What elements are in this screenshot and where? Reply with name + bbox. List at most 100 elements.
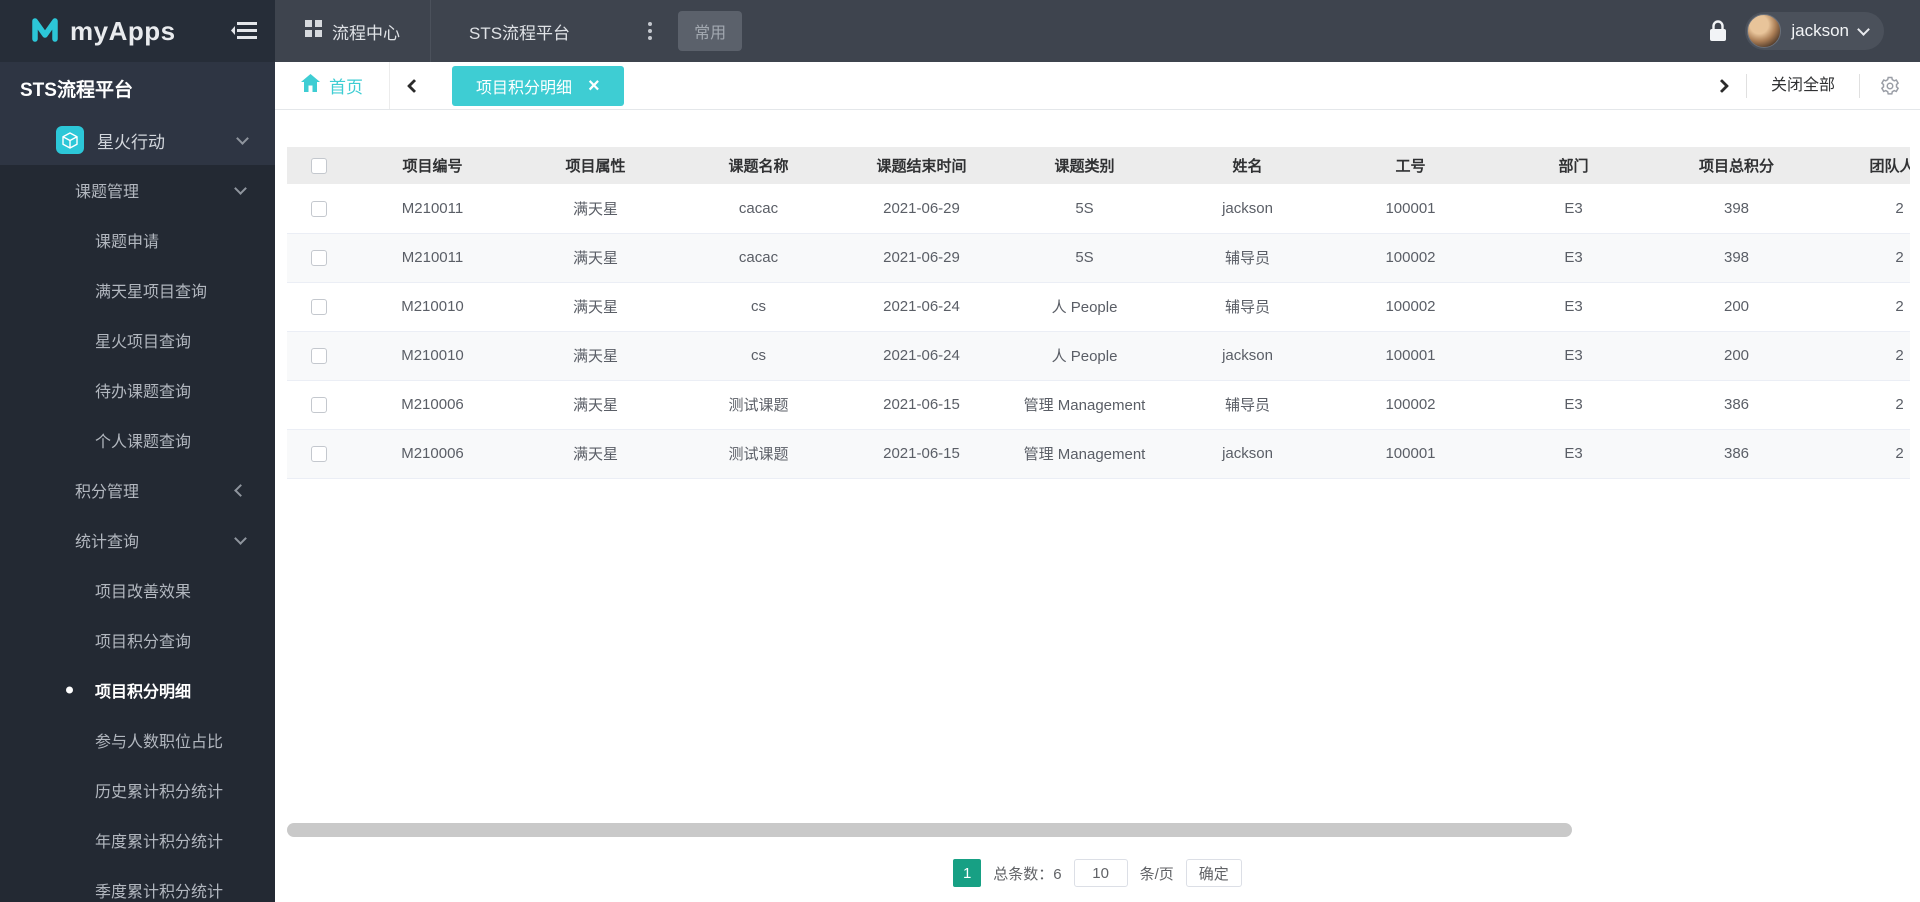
page-1-button[interactable]: 1	[953, 859, 982, 887]
grid-icon	[305, 20, 322, 42]
chevron-right-icon	[1714, 78, 1730, 93]
sidebar-item[interactable]: 参与人数职位占比	[0, 715, 275, 765]
table-cell: 386	[1655, 380, 1818, 430]
tabs-scroll-right-button[interactable]	[1698, 62, 1746, 109]
sidebar-item[interactable]: 星火项目查询	[0, 315, 275, 365]
sidebar-item[interactable]: 积分管理	[0, 465, 275, 515]
nav-platform[interactable]: STS流程平台	[431, 0, 608, 62]
table-cell: 5S	[1003, 184, 1166, 234]
chevron-down-icon	[234, 531, 247, 545]
sidebar-item[interactable]: 待办课题查询	[0, 365, 275, 415]
row-checkbox[interactable]	[311, 397, 327, 414]
table-cell: 满天星	[514, 331, 677, 381]
row-checkbox[interactable]	[311, 250, 327, 267]
table-row: M210006 满天星 测试课题 2021-06-15 管理 Management jac…	[287, 429, 1910, 479]
tab-close-icon[interactable]: ×	[588, 76, 600, 96]
table-cell: 2021-06-29	[840, 184, 1003, 234]
sidebar-item[interactable]: 课题申请	[0, 215, 275, 265]
topbar: myApps 流程中心 STS流程平台 常用 jackson	[0, 0, 1920, 62]
sidebar-item[interactable]: 课题管理	[0, 165, 275, 215]
nav-process-center[interactable]: 流程中心	[275, 0, 431, 62]
data-table-wrap: 项目编号项目属性课题名称课题结束时间课题类别姓名工号部门项目总积分团队人数 M2…	[287, 147, 1910, 479]
column-header: 项目总积分	[1655, 147, 1818, 184]
chevron-down-icon	[234, 181, 247, 195]
table-cell: 2021-06-15	[840, 380, 1003, 430]
lock-icon[interactable]	[1709, 20, 1727, 42]
sidebar-item[interactable]: 满天星项目查询	[0, 265, 275, 315]
sidebar-item-label: 参与人数职位占比	[95, 734, 224, 751]
select-all-checkbox[interactable]	[311, 158, 327, 175]
table-cell: 管理 Management	[1003, 380, 1166, 430]
table-cell: 人 People	[1003, 331, 1166, 381]
table-row: M210011 满天星 cacac 2021-06-29 5S 辅导员 100002 E3 39…	[287, 233, 1910, 283]
column-header: 课题结束时间	[840, 147, 1003, 184]
table-cell: 398	[1655, 233, 1818, 283]
sidebar-item[interactable]: 个人课题查询	[0, 415, 275, 465]
active-item-bullet	[66, 686, 73, 694]
table-cell: M210010	[351, 282, 514, 332]
row-checkbox[interactable]	[311, 348, 327, 365]
table-cell: 2	[1818, 380, 1910, 430]
gear-icon	[1880, 76, 1900, 95]
table-cell: 测试课题	[677, 429, 840, 479]
row-checkbox[interactable]	[311, 200, 327, 217]
home-icon	[301, 74, 320, 97]
favorite-button[interactable]: 常用	[678, 11, 743, 51]
total-label-text: 总条数：	[993, 865, 1054, 883]
sidebar-item[interactable]: 年度累计积分统计	[0, 815, 275, 865]
table-cell: 满天星	[514, 233, 677, 283]
more-dots-icon[interactable]	[648, 22, 653, 40]
content-panel: 项目编号项目属性课题名称课题结束时间课题类别姓名工号部门项目总积分团队人数 M2…	[275, 110, 1920, 902]
column-header: 项目属性	[514, 147, 677, 184]
logo-m-icon	[30, 14, 60, 49]
table-cell: E3	[1492, 429, 1655, 479]
sidebar-item[interactable]: 统计查询	[0, 515, 275, 565]
sidebar-item-label: 课题管理	[75, 184, 140, 201]
tab-active[interactable]: 项目积分明细 ×	[452, 65, 624, 106]
sidebar-item[interactable]: 项目改善效果	[0, 565, 275, 615]
chevron-left-icon	[406, 78, 422, 93]
table-cell: 满天星	[514, 380, 677, 430]
confirm-button[interactable]: 确定	[1185, 859, 1242, 887]
table-cell: E3	[1492, 331, 1655, 381]
tabs-scroll-left-button[interactable]	[390, 62, 438, 109]
horizontal-scrollbar[interactable]	[287, 823, 1572, 837]
sidebar-item-label: 历史累计积分统计	[95, 784, 224, 801]
table-cell: 测试课题	[677, 380, 840, 430]
page-size-input[interactable]	[1073, 859, 1128, 887]
table-cell: 100002	[1329, 380, 1492, 430]
sidebar-item[interactable]: 历史累计积分统计	[0, 765, 275, 815]
table-cell: E3	[1492, 282, 1655, 332]
tab-active-label: 项目积分明细	[476, 79, 573, 97]
chevron-down-icon	[1857, 22, 1870, 36]
table-cell: 100001	[1329, 184, 1492, 234]
table-cell: 2	[1818, 282, 1910, 332]
nav-platform-label: STS流程平台	[469, 23, 571, 43]
row-checkbox[interactable]	[311, 299, 327, 316]
topbar-nav: 流程中心 STS流程平台 常用 jackson	[275, 0, 1920, 62]
total-value: 6	[1053, 865, 1062, 883]
sidebar-collapse-icon[interactable]	[231, 21, 257, 41]
sidebar-item-label: 待办课题查询	[95, 384, 192, 401]
sidebar-item-label: 项目积分明细	[95, 684, 192, 701]
table-cell: 辅导员	[1166, 380, 1329, 430]
table-cell: 2	[1818, 331, 1910, 381]
data-table: 项目编号项目属性课题名称课题结束时间课题类别姓名工号部门项目总积分团队人数 M2…	[287, 147, 1910, 479]
sidebar-item[interactable]: 项目积分查询	[0, 615, 275, 665]
sidebar-item[interactable]: 季度累计积分统计	[0, 865, 275, 902]
table-cell: 100001	[1329, 331, 1492, 381]
app-logo[interactable]: myApps	[30, 14, 176, 49]
sidebar-root-item[interactable]: 星火行动	[0, 115, 275, 165]
table-cell: M210011	[351, 233, 514, 283]
user-menu[interactable]: jackson	[1745, 12, 1884, 50]
close-all-button[interactable]: 关闭全部	[1745, 73, 1860, 98]
tab-home-label: 首页	[329, 78, 363, 97]
column-header: 姓名	[1166, 147, 1329, 184]
settings-button[interactable]	[1860, 76, 1920, 96]
sidebar-menu: 课题管理课题申请 满天星项目查询 星火项目查询待办课题查询个人课题查询 积分管理 统计查…	[0, 165, 275, 902]
column-header: 项目编号	[351, 147, 514, 184]
row-checkbox[interactable]	[311, 446, 327, 463]
sidebar-item[interactable]: 项目积分明细	[0, 665, 275, 715]
tab-home[interactable]: 首页	[275, 62, 390, 109]
chevron-left-icon	[234, 483, 247, 497]
